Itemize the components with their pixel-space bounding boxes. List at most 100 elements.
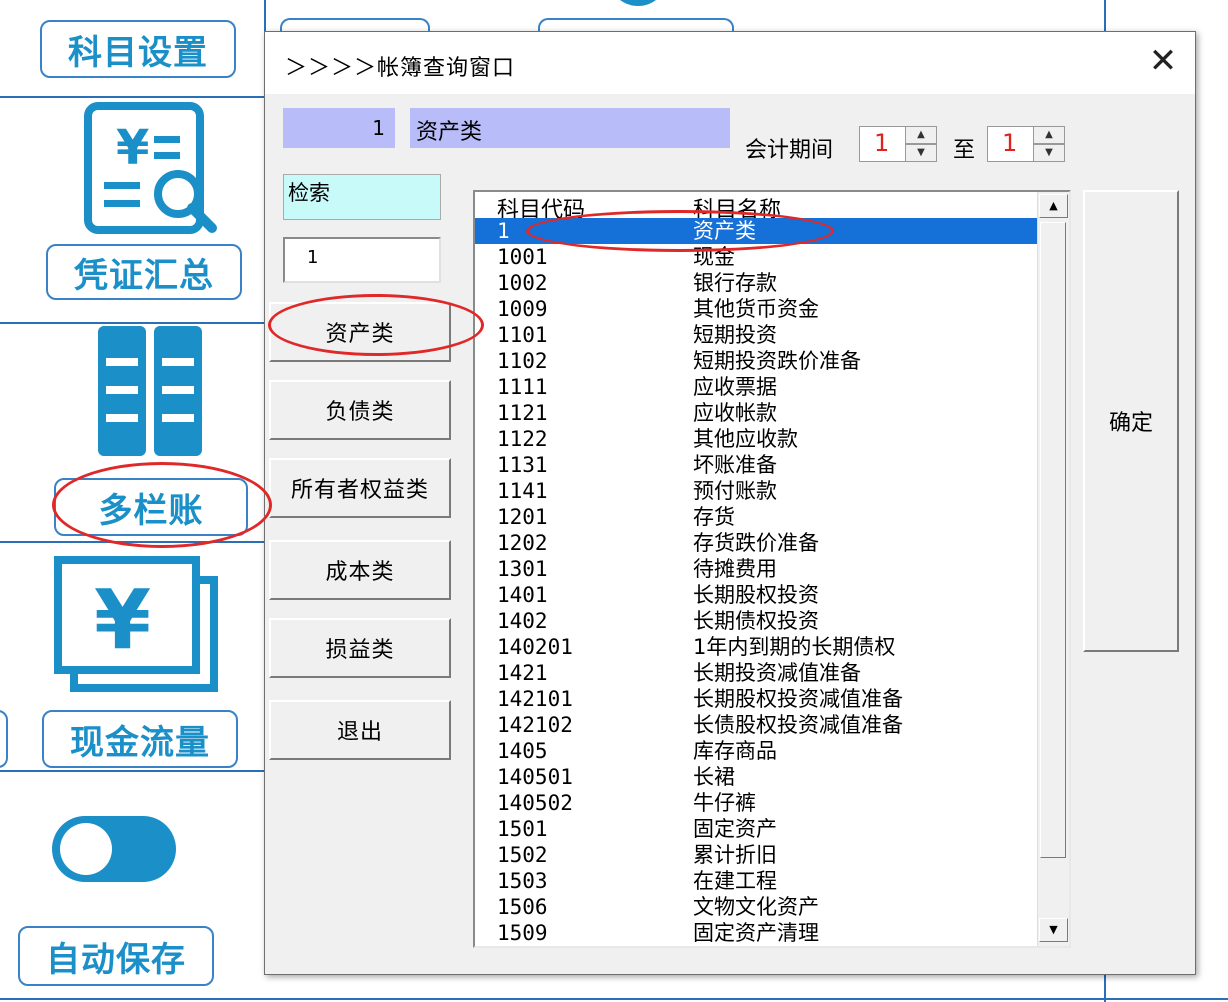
- scroll-up-icon[interactable]: ▲: [1039, 194, 1068, 218]
- account-name: 牛仔裤: [693, 791, 756, 815]
- account-name: 资产类: [693, 219, 756, 243]
- list-item[interactable]: 1202 存货跌价准备: [475, 530, 1037, 556]
- scroll-thumb[interactable]: [1040, 222, 1066, 858]
- account-code: 1402: [497, 609, 548, 633]
- list-item[interactable]: 140502 牛仔裤: [475, 790, 1037, 816]
- account-name: 长裙: [693, 765, 735, 789]
- account-code: 1202: [497, 531, 548, 555]
- category-cost-button[interactable]: 成本类: [269, 540, 451, 600]
- account-name: 坏账准备: [693, 453, 777, 477]
- list-item[interactable]: 1405 库存商品: [475, 738, 1037, 764]
- list-header: 科目代码 科目名称: [475, 192, 1035, 223]
- account-code: 1009: [497, 297, 548, 321]
- ledger-columns-icon: [98, 326, 202, 456]
- voucher-summary-button[interactable]: 凭证汇总: [46, 244, 242, 300]
- list-item[interactable]: 1001 现金: [475, 244, 1037, 270]
- list-item[interactable]: 1111 应收票据: [475, 374, 1037, 400]
- account-code: 1002: [497, 271, 548, 295]
- account-name: 其他货币资金: [693, 297, 819, 321]
- account-name: 预付账款: [693, 479, 777, 503]
- list-item[interactable]: 1122 其他应收款: [475, 426, 1037, 452]
- partial-side-button[interactable]: [0, 710, 8, 768]
- category-profit-loss-button[interactable]: 损益类: [269, 618, 451, 678]
- account-name: 固定资产清理: [693, 921, 819, 945]
- account-code: 140201: [497, 635, 573, 659]
- list-item[interactable]: 1 资产类: [475, 218, 1037, 244]
- list-item[interactable]: 1502 累计折旧: [475, 842, 1037, 868]
- cash-flow-button[interactable]: 现金流量: [42, 710, 238, 768]
- period-from-spinner[interactable]: 1 ▲ ▼: [859, 126, 939, 162]
- divider: [0, 770, 264, 772]
- account-name: 应收帐款: [693, 401, 777, 425]
- account-name: 累计折旧: [693, 843, 777, 867]
- scroll-down-icon[interactable]: ▼: [1039, 918, 1068, 942]
- account-code: 1111: [497, 375, 548, 399]
- list-item[interactable]: 1401 长期股权投资: [475, 582, 1037, 608]
- list-item[interactable]: 1009 其他货币资金: [475, 296, 1037, 322]
- vertical-scrollbar[interactable]: ▲ ▼: [1037, 192, 1069, 946]
- account-code: 142102: [497, 713, 573, 737]
- search-input[interactable]: 1: [283, 237, 441, 283]
- multi-column-ledger-button[interactable]: 多栏账: [54, 478, 248, 536]
- list-item[interactable]: 1102 短期投资跌价准备: [475, 348, 1037, 374]
- account-code: 1131: [497, 453, 548, 477]
- list-item[interactable]: 1121 应收帐款: [475, 400, 1037, 426]
- list-item[interactable]: 1141 预付账款: [475, 478, 1037, 504]
- account-code: 1401: [497, 583, 548, 607]
- account-listbox[interactable]: 科目代码 科目名称 1 资产类 1001 现金 1002 银行存款 1009 其他货币资金 11…: [473, 190, 1071, 948]
- category-equity-button[interactable]: 所有者权益类: [269, 458, 451, 518]
- list-item[interactable]: 1503 在建工程: [475, 868, 1037, 894]
- account-name: 在建工程: [693, 869, 777, 893]
- dialog-title: ＞＞＞＞帐簿查询窗口: [285, 56, 516, 81]
- title-bar: ＞＞＞＞帐簿查询窗口 ✕: [265, 32, 1195, 94]
- account-code: 1102: [497, 349, 548, 373]
- period-from-value[interactable]: 1: [859, 126, 905, 162]
- account-code: 1502: [497, 843, 548, 867]
- account-code: 1201: [497, 505, 548, 529]
- list-item[interactable]: 142101 长期股权投资减值准备: [475, 686, 1037, 712]
- close-icon[interactable]: ✕: [1145, 44, 1181, 80]
- cash-bill-icon: ¥: [54, 556, 218, 692]
- list-item[interactable]: 142102 长债股权投资减值准备: [475, 712, 1037, 738]
- list-item[interactable]: 1002 银行存款: [475, 270, 1037, 296]
- list-item[interactable]: 1131 坏账准备: [475, 452, 1037, 478]
- spin-up-icon[interactable]: ▲: [905, 126, 937, 144]
- list-item[interactable]: 1506 文物文化资产: [475, 894, 1037, 920]
- svg-text:¥: ¥: [94, 573, 151, 668]
- account-name: 1年内到期的长期债权: [693, 635, 896, 659]
- account-code: 1121: [497, 401, 548, 425]
- account-name: 应收票据: [693, 375, 777, 399]
- account-name: 长期投资减值准备: [693, 661, 861, 685]
- voucher-search-icon: ¥: [84, 102, 217, 234]
- spin-up-icon[interactable]: ▲: [1033, 126, 1065, 144]
- period-to-spinner[interactable]: 1 ▲ ▼: [987, 126, 1067, 162]
- ledger-query-dialog: ＞＞＞＞帐簿查询窗口 ✕ 1 资产类 会计期间 1 ▲ ▼ 至 1 ▲ ▼ 检索…: [264, 31, 1196, 975]
- account-rows: 1 资产类 1001 现金 1002 银行存款 1009 其他货币资金 1101 短期投资 1102…: [475, 218, 1037, 946]
- category-liabilities-button[interactable]: 负债类: [269, 380, 451, 440]
- confirm-button[interactable]: 确定: [1083, 190, 1179, 652]
- list-item[interactable]: 1501 固定资产: [475, 816, 1037, 842]
- auto-save-toggle[interactable]: [50, 814, 178, 884]
- exit-button[interactable]: 退出: [269, 700, 451, 760]
- category-assets-button[interactable]: 资产类: [269, 302, 451, 362]
- account-name: 银行存款: [693, 271, 777, 295]
- list-item[interactable]: 1301 待摊费用: [475, 556, 1037, 582]
- divider: [0, 96, 264, 98]
- spin-down-icon[interactable]: ▼: [1033, 144, 1065, 162]
- list-item[interactable]: 1509 固定资产清理: [475, 920, 1037, 946]
- list-item[interactable]: 140501 长裙: [475, 764, 1037, 790]
- list-item[interactable]: 1201 存货: [475, 504, 1037, 530]
- svg-text:¥: ¥: [116, 120, 149, 176]
- list-item[interactable]: 1421 长期投资减值准备: [475, 660, 1037, 686]
- auto-save-button[interactable]: 自动保存: [18, 926, 214, 986]
- current-code: 1: [283, 108, 395, 148]
- list-item[interactable]: 1101 短期投资: [475, 322, 1037, 348]
- list-item[interactable]: 140201 1年内到期的长期债权: [475, 634, 1037, 660]
- spin-down-icon[interactable]: ▼: [905, 144, 937, 162]
- list-item[interactable]: 1402 长期债权投资: [475, 608, 1037, 634]
- account-name: 文物文化资产: [693, 895, 819, 919]
- account-name: 长期股权投资减值准备: [693, 687, 903, 711]
- account-name: 其他应收款: [693, 427, 798, 451]
- subject-settings-button[interactable]: 科目设置: [40, 20, 236, 78]
- period-to-value[interactable]: 1: [987, 126, 1033, 162]
